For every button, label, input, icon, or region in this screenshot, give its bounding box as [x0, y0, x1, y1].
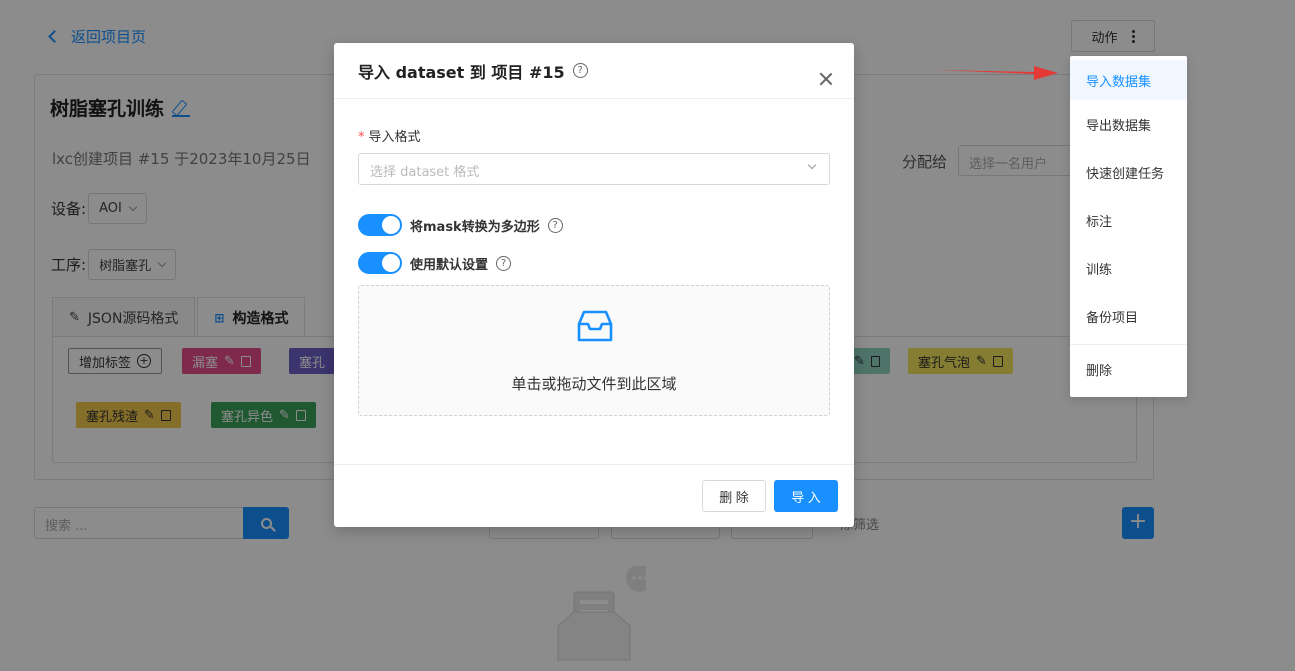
convert-mask-label: 将mask转换为多边形 — [410, 219, 540, 235]
actions-menu: 导入数据集 导出数据集 快速创建任务 标注 训练 备份项目 删除 — [1070, 56, 1187, 397]
import-button[interactable]: 导 入 — [774, 480, 838, 512]
format-placeholder: 选择 dataset 格式 — [370, 165, 480, 180]
chevron-down-icon — [807, 160, 817, 170]
close-icon[interactable] — [818, 71, 834, 87]
menu-item-delete[interactable]: 删除 — [1070, 349, 1187, 389]
convert-mask-row: 将mask转换为多边形 ? — [358, 214, 563, 236]
help-icon[interactable]: ? — [496, 255, 512, 271]
menu-item-annotate[interactable]: 标注 — [1070, 196, 1187, 244]
menu-item-import-dataset[interactable]: 导入数据集 — [1070, 60, 1187, 100]
file-dropzone[interactable]: 单击或拖动文件到此区域 — [358, 285, 830, 416]
annotation-arrow — [936, 66, 1058, 80]
default-settings-label: 使用默认设置 — [410, 257, 489, 273]
help-icon[interactable]: ? — [547, 217, 563, 233]
dropzone-text: 单击或拖动文件到此区域 — [511, 375, 677, 393]
dialog-title: 导入 dataset 到 项目 #15 — [358, 62, 565, 82]
dialog-footer: 删 除 导 入 — [334, 464, 854, 527]
format-select[interactable]: 选择 dataset 格式 — [358, 153, 830, 185]
default-settings-toggle[interactable] — [358, 252, 402, 274]
menu-divider — [1070, 344, 1187, 345]
help-icon[interactable]: ? — [572, 63, 588, 78]
dialog-header: 导入 dataset 到 项目 #15 ? — [334, 43, 854, 99]
menu-item-export-dataset[interactable]: 导出数据集 — [1070, 100, 1187, 148]
convert-mask-toggle[interactable] — [358, 214, 402, 236]
format-label: * 导入格式 — [358, 130, 421, 145]
menu-item-backup-project[interactable]: 备份项目 — [1070, 292, 1187, 340]
delete-button[interactable]: 删 除 — [702, 480, 766, 512]
inbox-icon — [577, 310, 613, 342]
menu-item-train[interactable]: 训练 — [1070, 244, 1187, 292]
menu-item-quick-create-task[interactable]: 快速创建任务 — [1070, 148, 1187, 196]
import-dataset-dialog: 导入 dataset 到 项目 #15 ? * 导入格式 选择 dataset 格… — [334, 43, 854, 527]
default-settings-row: 使用默认设置 ? — [358, 252, 512, 274]
